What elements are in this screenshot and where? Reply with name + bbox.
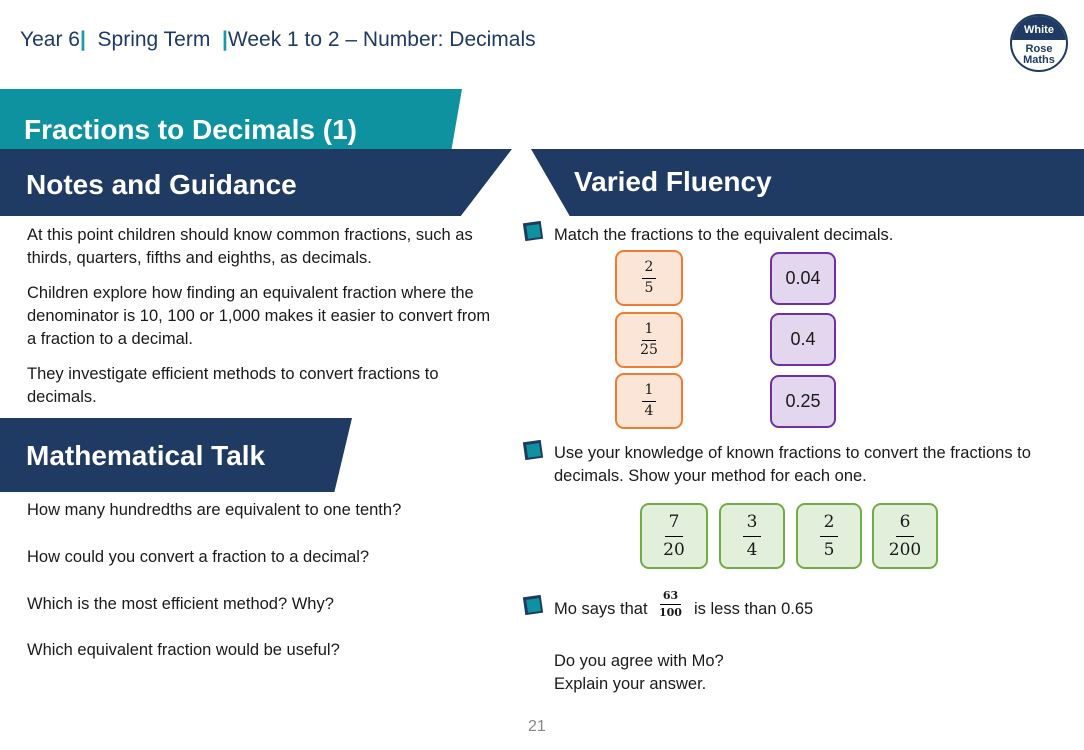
logo-line-3: Maths	[1023, 54, 1055, 66]
numerator: 3	[742, 513, 762, 537]
talk-question: Which equivalent fraction would be usefu…	[27, 641, 340, 659]
fraction-card: 6 200	[872, 503, 938, 569]
decimal-card: 0.25	[770, 375, 836, 428]
white-rose-maths-logo: White Rose Maths	[1010, 14, 1068, 72]
talk-question: How many hundredths are equivalent to on…	[27, 501, 402, 519]
q3-line3: Explain your answer.	[554, 675, 707, 693]
numerator: 1	[641, 321, 657, 341]
denominator: 4	[644, 402, 654, 419]
fraction-card: 34	[719, 503, 785, 569]
fraction-card: 1 25	[615, 312, 683, 368]
numerator: 7	[664, 513, 684, 537]
q2-text: Use your knowledge of known fractions to…	[554, 444, 1031, 485]
lesson-title: Fractions to Decimals (1)	[24, 114, 357, 145]
denominator: 5	[644, 279, 654, 296]
numerator: 63	[659, 589, 682, 606]
page-number: 21	[528, 718, 546, 735]
denominator: 200	[888, 539, 922, 560]
numerator: 1	[641, 382, 657, 402]
fraction-card: 25	[615, 250, 683, 306]
denominator: 100	[659, 606, 682, 620]
breadcrumb-header: Year 6| Spring Term |Week 1 to 2 – Numbe…	[20, 28, 536, 52]
inline-fraction: 63 100	[659, 589, 682, 620]
talk-question: Which is the most efficient method? Why?	[27, 595, 334, 613]
denominator: 5	[823, 539, 835, 560]
separator: |	[79, 28, 86, 51]
notes-paragraph: They investigate efficient methods to co…	[27, 365, 439, 406]
varied-fluency-heading: Varied Fluency	[574, 166, 772, 197]
denominator: 20	[663, 539, 685, 560]
denominator: 4	[746, 539, 758, 560]
question-bullet-icon	[522, 220, 544, 242]
q1-text: Match the fractions to the equivalent de…	[554, 226, 894, 244]
numerator: 2	[819, 513, 839, 537]
q3-line2: Do you agree with Mo?	[554, 652, 724, 670]
week-label: Week 1 to 2 – Number: Decimals	[227, 28, 536, 51]
numerator: 6	[895, 513, 915, 537]
term-label: Spring Term	[97, 28, 211, 51]
notes-paragraph: Children explore how finding an equivale…	[27, 284, 491, 348]
maths-talk-heading: Mathematical Talk	[26, 440, 266, 471]
fraction-card: 14	[615, 373, 683, 429]
q3-suffix: is less than 0.65	[694, 600, 814, 618]
notes-paragraph: At this point children should know commo…	[27, 226, 473, 267]
decimal-card: 0.04	[770, 252, 836, 305]
talk-question: How could you convert a fraction to a de…	[27, 548, 370, 566]
logo-line-1: White	[1024, 24, 1054, 36]
notes-heading: Notes and Guidance	[26, 169, 297, 200]
numerator: 2	[641, 259, 657, 279]
denominator: 25	[640, 341, 658, 358]
decimal-card: 0.4	[770, 313, 836, 366]
fraction-card: 25	[796, 503, 862, 569]
question-bullet-icon	[522, 439, 544, 461]
fraction-card: 7 20	[640, 503, 708, 569]
notes-body: At this point children should know commo…	[27, 224, 502, 421]
year-label: Year 6	[20, 28, 80, 51]
q3-prefix: Mo says that	[554, 600, 648, 618]
question-bullet-icon	[522, 594, 544, 616]
